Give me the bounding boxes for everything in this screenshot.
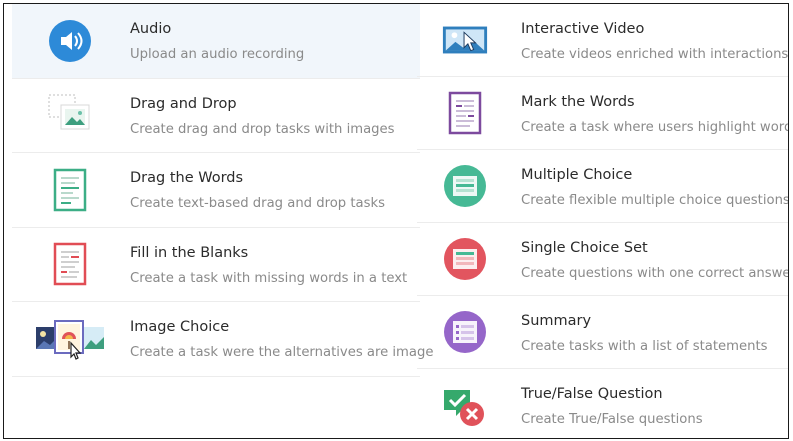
content-type-description: Create a task with missing words in a te… — [130, 270, 408, 286]
content-type-description: Create flexible multiple choice question… — [521, 193, 789, 208]
content-type-title: Interactive Video — [521, 21, 645, 37]
content-type-title: Summary — [521, 313, 592, 329]
content-type-title: Mark the Words — [521, 94, 635, 110]
check-cross-icon — [441, 382, 489, 430]
content-type-title: Single Choice Set — [521, 240, 648, 256]
content-type-true-false-question[interactable]: True/False Question Create True/False qu… — [417, 369, 788, 438]
content-type-mark-the-words[interactable]: Mark the Words Create a task where users… — [417, 77, 789, 150]
content-type-title: Drag the Words — [130, 170, 244, 186]
content-type-title: Image Choice — [130, 319, 230, 335]
content-type-drag-and-drop[interactable]: Drag and Drop Create drag and drop tasks… — [12, 79, 420, 153]
content-type-title: Multiple Choice — [521, 167, 633, 183]
checklist-icon — [441, 308, 489, 356]
left-column: Audio Upload an audio recording Drag and… — [12, 4, 433, 377]
image-choice-icon — [34, 315, 106, 363]
content-type-description: Create questions with one correct answer — [521, 266, 789, 281]
list-icon — [441, 235, 489, 283]
content-type-interactive-video[interactable]: Interactive Video Create videos enriched… — [417, 4, 789, 77]
content-type-description: Create drag and drop tasks with images — [130, 121, 395, 137]
content-type-drag-the-words[interactable]: Drag the Words Create text-based drag an… — [12, 153, 420, 228]
document-icon — [46, 166, 94, 214]
list-icon — [441, 162, 489, 210]
content-type-title: Audio — [130, 21, 172, 37]
content-type-description: Upload an audio recording — [130, 47, 305, 62]
right-column: Interactive Video Create videos enriched… — [417, 4, 789, 438]
content-type-single-choice-set[interactable]: Single Choice Set Create questions with … — [417, 223, 789, 296]
document-icon — [46, 240, 94, 288]
content-type-description: Create a task where users highlight word… — [521, 120, 789, 135]
content-type-fill-in-the-blanks[interactable]: Fill in the Blanks Create a task with mi… — [12, 228, 420, 302]
content-type-description: Create text-based drag and drop tasks — [130, 196, 385, 211]
content-type-image-choice[interactable]: Image Choice Create a task were the alte… — [12, 302, 433, 377]
video-icon — [441, 16, 489, 64]
content-type-title: Drag and Drop — [130, 95, 237, 112]
content-type-selector: Audio Upload an audio recording Drag and… — [3, 3, 789, 439]
content-type-multiple-choice[interactable]: Multiple Choice Create flexible multiple… — [417, 150, 789, 223]
content-type-description: Create videos enriched with interactions — [521, 47, 789, 62]
content-type-description: Create tasks with a list of statements — [521, 339, 768, 354]
content-type-description: Create a task were the alternatives are … — [130, 345, 434, 360]
image-drop-icon — [46, 91, 94, 139]
document-icon — [441, 89, 489, 137]
content-type-title: True/False Question — [521, 386, 663, 402]
content-type-title: Fill in the Blanks — [130, 244, 249, 261]
speaker-icon — [46, 17, 94, 65]
content-type-summary[interactable]: Summary Create tasks with a list of stat… — [417, 296, 788, 369]
content-type-description: Create True/False questions — [521, 412, 703, 427]
content-type-audio[interactable]: Audio Upload an audio recording — [12, 4, 420, 79]
